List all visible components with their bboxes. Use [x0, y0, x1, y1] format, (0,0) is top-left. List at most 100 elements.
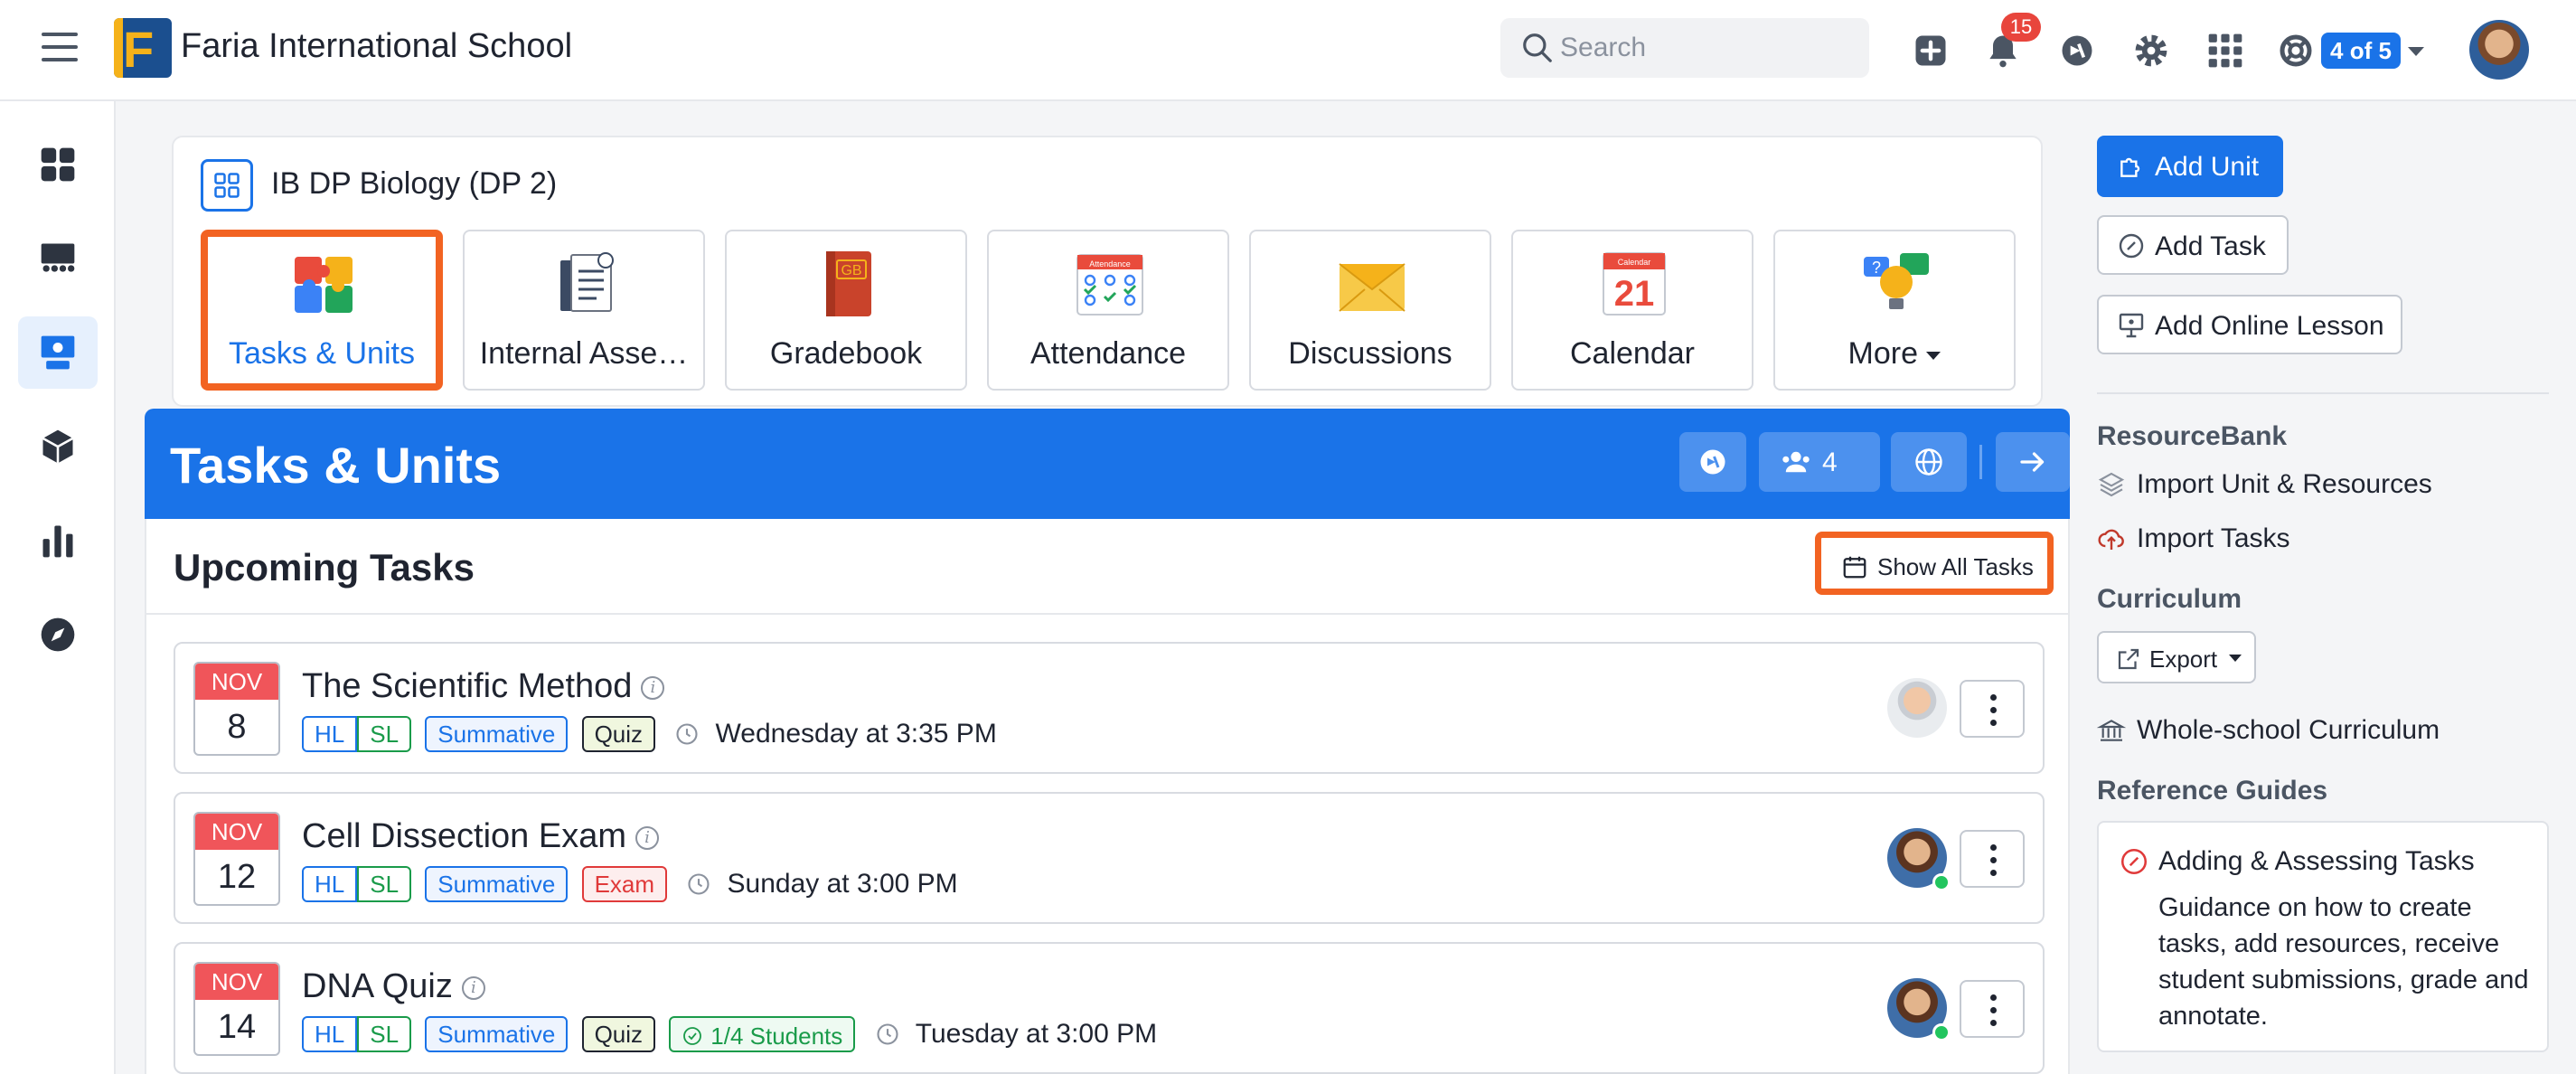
task-title[interactable]: Cell Dissection Exam i — [302, 817, 659, 856]
presentation-icon — [2119, 313, 2144, 338]
tab-attendance[interactable]: Attendance Attendance — [987, 230, 1229, 391]
course-grid-icon[interactable] — [201, 159, 253, 212]
calendar-icon: Calendar 21 — [1603, 252, 1666, 316]
rail-teaching[interactable] — [18, 316, 98, 389]
import-tasks-link[interactable]: Import Tasks — [2097, 523, 2290, 554]
school-name[interactable]: Faria International School — [181, 27, 572, 66]
school-logo[interactable]: F — [114, 18, 172, 78]
tag-students-submitted: 1/4 Students — [669, 1016, 856, 1052]
pencil-circle-icon — [2119, 233, 2144, 259]
left-rail — [0, 101, 116, 1074]
add-online-lesson-button[interactable]: Add Online Lesson — [2097, 295, 2402, 354]
search-input[interactable] — [1560, 29, 1849, 67]
tab-calendar[interactable]: Calendar 21 Calendar — [1511, 230, 1753, 391]
task-date: NOV 12 — [193, 812, 280, 906]
tag-quiz: Quiz — [581, 1016, 656, 1052]
cloud-upload-icon — [2098, 529, 2124, 551]
task-tags: HL SL Summative Exam Sunday at 3:00 PM — [302, 866, 958, 902]
teacher-avatar[interactable] — [1887, 678, 1947, 738]
hamburger-menu-icon[interactable] — [42, 33, 78, 69]
info-icon[interactable]: i — [641, 675, 665, 700]
search-icon — [1523, 33, 1552, 62]
tile-label: Tasks & Units — [229, 336, 415, 371]
task-title[interactable]: DNA Quiz i — [302, 967, 485, 1006]
puzzle-icon — [295, 257, 353, 313]
globe-button[interactable] — [1891, 432, 1967, 492]
rail-explore[interactable] — [18, 598, 98, 671]
task-row[interactable]: NOV 14 DNA Quiz i HL SL Summative Quiz 1/4… — [174, 942, 2045, 1074]
globe-icon — [1915, 448, 1942, 476]
bar-chart-icon — [42, 525, 73, 558]
band-separator — [1979, 445, 1982, 479]
tile-label: More — [1775, 336, 2014, 372]
tab-internal-assessment[interactable]: Internal Asse… — [463, 230, 705, 391]
task-row[interactable]: NOV 8 The Scientific Method i HL SL Summat… — [174, 642, 2045, 774]
help-lifebuoy-icon[interactable] — [2278, 33, 2314, 69]
tab-tasks-units[interactable]: Tasks & Units — [201, 230, 443, 391]
add-task-button[interactable]: Add Task — [2097, 215, 2289, 275]
task-day: 8 — [227, 708, 247, 746]
more-options-icon[interactable] — [1960, 980, 2025, 1038]
clock-icon — [676, 723, 698, 745]
divider — [146, 613, 2068, 615]
task-due: Sunday at 3:00 PM — [727, 869, 958, 899]
compass-icon — [41, 617, 75, 652]
rail-classes[interactable] — [18, 222, 98, 295]
tab-more[interactable]: ? More — [1773, 230, 2016, 391]
task-title[interactable]: The Scientific Method i — [302, 667, 665, 706]
svg-text:?: ? — [1872, 259, 1881, 277]
tile-label: Internal Asse… — [479, 336, 689, 371]
task-date: NOV 8 — [193, 662, 280, 756]
tag-summative: Summative — [425, 866, 569, 902]
open-arrow-button[interactable] — [1996, 432, 2070, 492]
members-button[interactable]: 4 — [1759, 432, 1880, 492]
online-status-dot — [1932, 1023, 1951, 1041]
task-day: 12 — [217, 858, 257, 896]
info-icon[interactable]: i — [635, 825, 659, 850]
clock-icon — [876, 1023, 898, 1045]
members-count: 4 — [1822, 448, 1838, 477]
gradebook-icon: GB — [826, 251, 871, 316]
guide-title[interactable]: Adding & Assessing Tasks — [2158, 846, 2475, 877]
pager-badge[interactable]: 4 of 5 — [2321, 33, 2401, 69]
course-card: IB DP Biology (DP 2) Tasks & Units Inter… — [172, 136, 2043, 407]
online-status-dot — [1932, 873, 1951, 891]
tab-gradebook[interactable]: GB Gradebook — [725, 230, 967, 391]
more-options-icon[interactable] — [1960, 680, 2025, 738]
tab-discussions[interactable]: Discussions — [1249, 230, 1491, 391]
tag-sl: SL — [357, 866, 412, 902]
rail-reports[interactable] — [18, 504, 98, 577]
tag-exam: Exam — [581, 866, 668, 902]
reference-guide-card[interactable]: Adding & Assessing Tasks Guidance on how… — [2097, 821, 2549, 1052]
task-row[interactable]: NOV 12 Cell Dissection Exam i HL SL Summat… — [174, 792, 2045, 924]
whole-school-curriculum-link[interactable]: Whole-school Curriculum — [2096, 714, 2440, 746]
gear-icon[interactable] — [2131, 31, 2171, 71]
tasks-units-header: Tasks & Units 4 — [145, 409, 2070, 519]
envelope-icon — [1339, 263, 1406, 312]
calendar-day: 21 — [1614, 274, 1655, 314]
chevron-down-icon[interactable] — [2408, 47, 2424, 56]
search-box[interactable] — [1500, 18, 1869, 78]
reference-guides-heading: Reference Guides — [2097, 776, 2328, 806]
rail-dashboard[interactable] — [18, 128, 98, 201]
messages-icon[interactable] — [2057, 31, 2097, 71]
more-options-icon[interactable] — [1960, 830, 2025, 888]
arrow-right-icon — [2020, 452, 2045, 472]
add-online-lesson-label: Add Online Lesson — [2155, 311, 2384, 341]
add-plus-icon[interactable] — [1911, 31, 1951, 71]
add-unit-button[interactable]: Add Unit — [2097, 136, 2283, 197]
apps-grid-icon[interactable] — [2205, 31, 2245, 71]
managebac-link-button[interactable] — [1679, 432, 1746, 492]
info-icon[interactable]: i — [461, 975, 485, 1000]
institution-icon — [2096, 720, 2127, 741]
attendance-caption: Attendance — [1089, 259, 1131, 268]
rail-resources[interactable] — [18, 410, 98, 483]
import-unit-link[interactable]: Import Unit & Resources — [2097, 468, 2432, 500]
upcoming-tasks-panel: Upcoming Tasks Show All Tasks NOV 8 The … — [145, 519, 2070, 1074]
export-dropdown[interactable]: Export — [2097, 631, 2256, 683]
show-all-tasks-button[interactable]: Show All Tasks — [1815, 532, 2054, 595]
divider — [2097, 392, 2549, 394]
task-due: Tuesday at 3:00 PM — [915, 1019, 1158, 1049]
user-avatar[interactable] — [2469, 20, 2529, 80]
document-stack-icon — [560, 252, 614, 312]
